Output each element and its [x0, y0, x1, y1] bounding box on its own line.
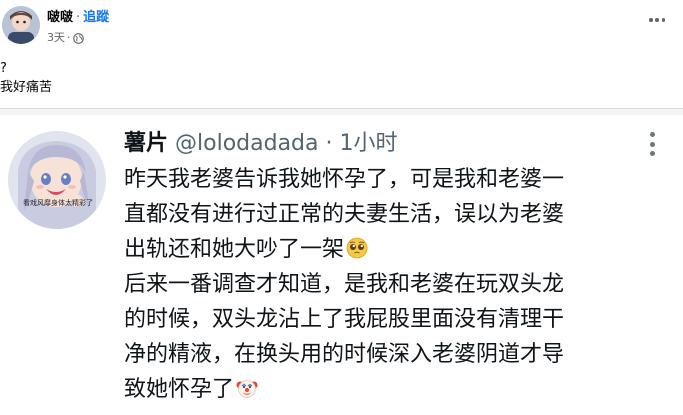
name-separator: · — [76, 10, 81, 25]
clown-face-emoji — [236, 375, 258, 398]
post-text-line: 我好痛苦 — [0, 80, 53, 95]
shared-post-header: 薯片 @lolodadada · 1小时 — [124, 129, 398, 159]
shared-handle: @lolodadada — [175, 131, 319, 156]
screenshot-page: 啵啵 · 追蹤 3天 · ? 我好痛苦 看戏风靡身体太精彩了 薯片 @lolod… — [0, 0, 683, 415]
body-line: 昨天我老婆告诉我她怀孕了，可是我和老婆一 — [124, 167, 565, 192]
author-name[interactable]: 啵啵 — [47, 10, 73, 25]
shared-time: 1小时 — [339, 131, 398, 156]
body-line: 致她怀孕了 — [124, 377, 235, 402]
body-line: 出轨还和她大吵了一架 — [124, 237, 345, 262]
anime-avatar-image — [8, 131, 106, 229]
avatar-caption: 看戏风靡身体太精彩了 — [23, 199, 93, 207]
shared-separator: · — [325, 131, 333, 156]
shared-author-avatar: 看戏风靡身体太精彩了 — [8, 131, 106, 229]
author-name-row: 啵啵 · 追蹤 — [47, 9, 109, 27]
more-vertical-icon — [650, 132, 655, 156]
post-text: ? 我好痛苦 — [0, 59, 52, 97]
post-header: 啵啵 · 追蹤 3天 · — [0, 0, 683, 56]
post-meta: 3天 · — [47, 31, 84, 45]
body-line: 净的精液，在换头用的时候深入老婆阴道才导 — [124, 342, 565, 367]
shared-display-name: 薯片 — [124, 131, 169, 156]
body-line-with-emoji: 致她怀孕了 — [124, 372, 564, 407]
pleading-face-emoji — [346, 235, 368, 259]
body-line: 的时候，双头龙沾上了我屁股里面没有清理干 — [124, 307, 565, 332]
globe-icon — [72, 32, 84, 44]
body-line: 直都没有进行过正常的夫妻生活，误以为老婆 — [124, 202, 565, 227]
follow-link[interactable]: 追蹤 — [83, 10, 109, 25]
body-line: 后来一番调查才知道，是我和老婆在玩双头龙 — [124, 272, 565, 297]
shared-post-image[interactable]: 看戏风靡身体太精彩了 薯片 @lolodadada · 1小时 昨天我老婆告诉我… — [0, 115, 683, 415]
avatar-image — [2, 6, 40, 44]
body-line-with-emoji: 出轨还和她大吵了一架 — [124, 232, 564, 267]
author-avatar[interactable] — [2, 6, 40, 44]
more-horizontal-icon[interactable] — [649, 18, 665, 22]
post-text-line: ? — [0, 61, 7, 76]
post-timestamp[interactable]: 3天 — [47, 31, 65, 45]
meta-separator: · — [67, 31, 71, 44]
shared-post-body: 昨天我老婆告诉我她怀孕了，可是我和老婆一 直都没有进行过正常的夫妻生活，误以为老… — [124, 162, 564, 407]
